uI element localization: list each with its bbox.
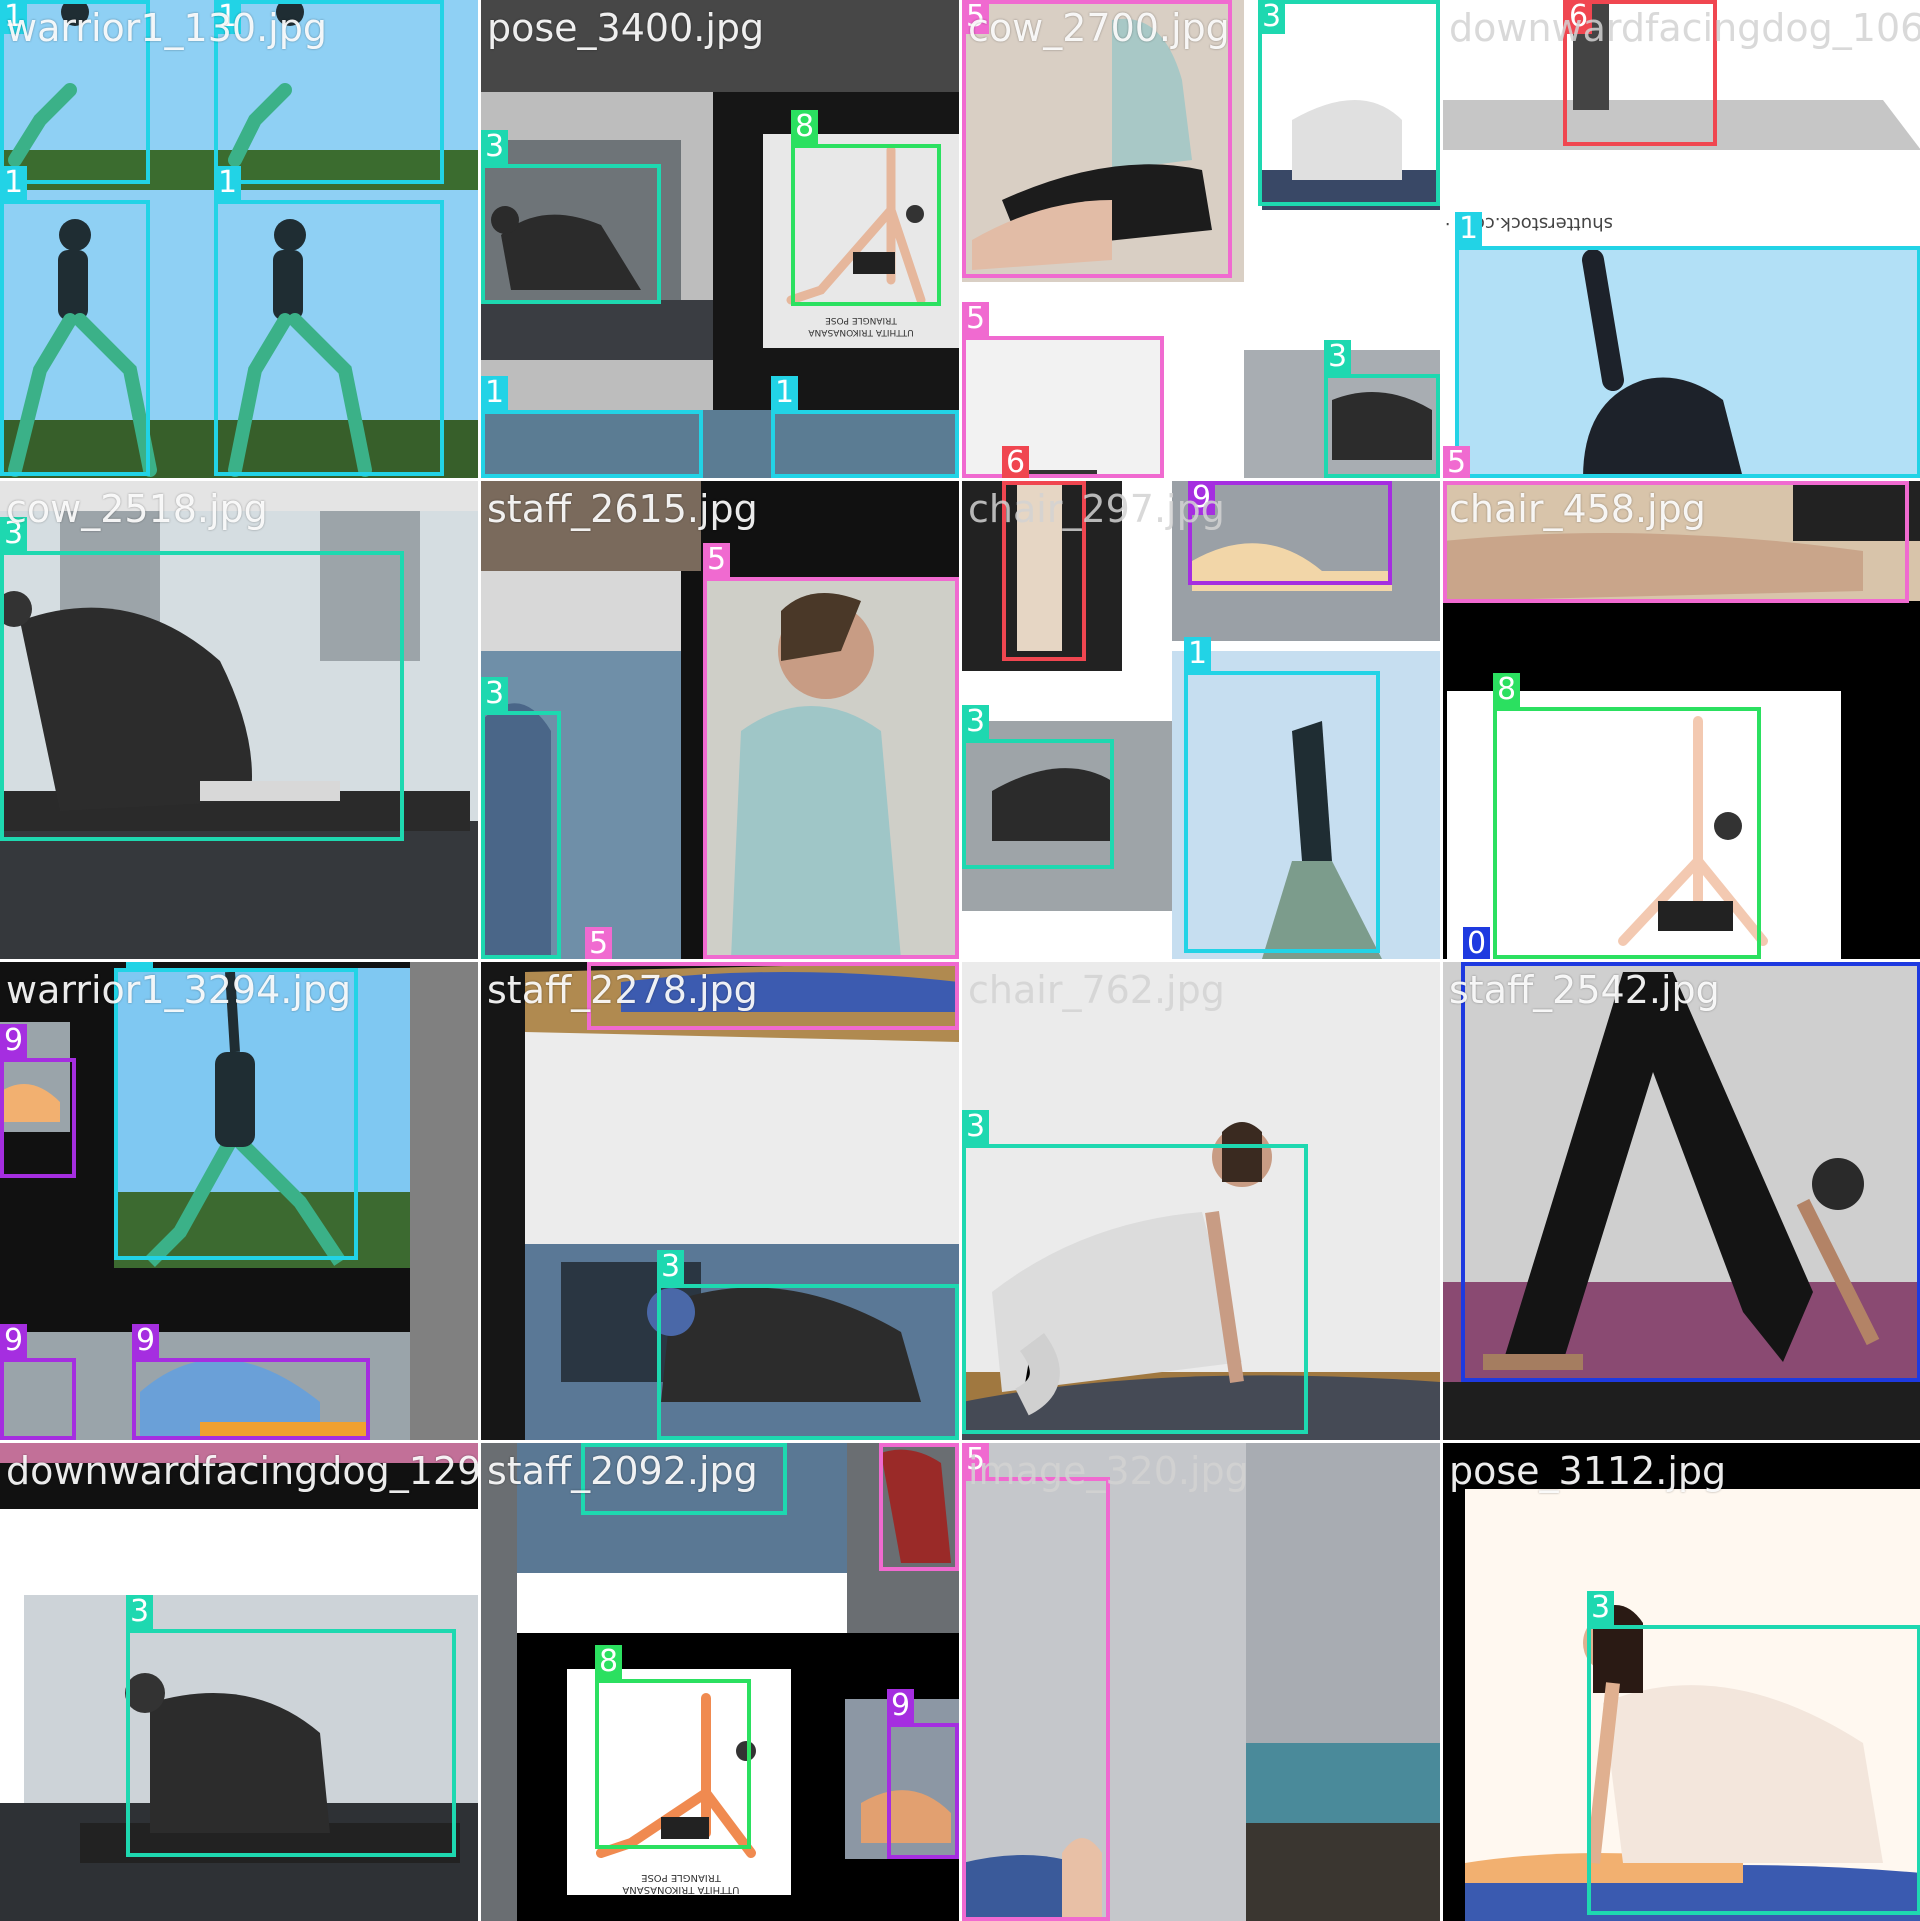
tile-staff-2542: staff_2542.jpg [1443, 962, 1920, 1440]
label-class-8: 8 [791, 110, 819, 144]
bbox-class-5 [962, 336, 1164, 478]
bbox-class-8 [791, 144, 941, 306]
label-class-0: 0 [1463, 927, 1491, 959]
tile-cow-2518: 3 cow_2518.jpg [0, 481, 478, 959]
image-filename: cow_2700.jpg [968, 6, 1230, 50]
bbox-class-3 [481, 711, 561, 959]
label-class-9: 9 [132, 1324, 160, 1358]
bbox-class-8 [1493, 707, 1761, 959]
label-class-5: 5 [703, 543, 731, 577]
label-class-3: 3 [126, 1595, 154, 1629]
bbox-class-3 [962, 739, 1114, 869]
label-class-9: 9 [887, 1689, 915, 1723]
label-class-3: 3 [1324, 340, 1352, 374]
image-filename: warrior1_3294.jpg [6, 968, 352, 1012]
label-class-5: 5 [1443, 446, 1471, 478]
label-class-3: 3 [962, 1110, 990, 1144]
bbox-class-5 [703, 577, 959, 959]
bbox-class-1 [1455, 246, 1920, 478]
label-class-1: 1 [1455, 212, 1483, 246]
label-class-9: 9 [0, 1024, 28, 1058]
label-class-1: 1 [771, 376, 799, 410]
tile-staff-2278: 3 staff_2278.jpg [481, 962, 959, 1440]
tile-downwardfacingdog-1067: shutterstock.com · 2083311445 6 1 5 down… [1443, 0, 1920, 478]
svg-text:TRIANGLE POSE: TRIANGLE POSE [825, 315, 898, 325]
label-class-1: 1 [0, 166, 28, 200]
label-class-3: 3 [1587, 1591, 1615, 1625]
image-filename: staff_2615.jpg [487, 487, 758, 531]
image-filename: chair_297.jpg [968, 487, 1225, 531]
bbox-class-1 [771, 410, 959, 478]
label-class-6: 6 [1002, 446, 1030, 478]
image-filename: pose_3400.jpg [487, 6, 765, 50]
svg-text:UTTHITA TRIKONASANA: UTTHITA TRIKONASANA [807, 327, 913, 337]
image-filename: staff_2278.jpg [487, 968, 758, 1012]
tile-downwardfacingdog-1292: 3 downwardfacingdog_1292.jpg [0, 1443, 478, 1921]
tile-image-320: 5 image_320.jpg [962, 1443, 1440, 1921]
image-filename: cow_2518.jpg [6, 487, 268, 531]
label-class-8: 8 [1493, 673, 1521, 707]
bbox-class-9 [0, 1358, 76, 1440]
bbox-class-8 [595, 1679, 751, 1849]
bbox-class-3 [0, 551, 404, 841]
label-class-1: 1 [481, 376, 509, 410]
image-filename: pose_3112.jpg [1449, 1449, 1727, 1493]
tile-chair-458: 8 0 chair_458.jpg [1443, 481, 1920, 959]
bbox-class-9 [0, 1058, 76, 1178]
label-class-3: 3 [481, 130, 509, 164]
label-class-8: 8 [595, 1645, 623, 1679]
tile-chair-762: 3 chair_762.jpg [962, 962, 1440, 1440]
label-class-3: 3 [1258, 0, 1286, 34]
tile-pose-3112: 3 pose_3112.jpg [1443, 1443, 1920, 1921]
image-filename: staff_2542.jpg [1449, 968, 1720, 1012]
bbox-class-3 [657, 1284, 959, 1440]
image-filename: warrior1_130.jpg [6, 6, 327, 50]
tile-pose-3400: TRIANGLE POSE UTTHITA TRIKONASANA 3 8 1 … [481, 0, 959, 478]
bbox-class-3 [481, 164, 661, 304]
tile-staff-2615: 5 3 5 staff_2615.jpg [481, 481, 959, 959]
bbox-class-3 [1324, 374, 1440, 478]
image-filename: staff_2092.jpg [487, 1449, 758, 1493]
bbox-class-3 [126, 1629, 456, 1857]
tile-warrior1: 1 1 1 1 warrior1_130.jpg [0, 0, 478, 478]
label-class-5: 5 [962, 302, 990, 336]
label-class-5: 5 [585, 927, 613, 959]
label-class-1: 1 [214, 166, 242, 200]
svg-text:TRIANGLE POSE: TRIANGLE POSE [641, 1872, 722, 1883]
bbox-class-3 [1258, 0, 1440, 206]
tile-cow-2700: 5 3 5 6 3 cow_2700.jpg [962, 0, 1440, 478]
image-filename: chair_458.jpg [1449, 487, 1706, 531]
tile-chair-297: 9 3 1 chair_297.jpg [962, 481, 1440, 959]
image-filename: downwardfacingdog_1292.jpg [6, 1449, 478, 1493]
image-filename: chair_762.jpg [968, 968, 1225, 1012]
bbox-class-1 [214, 200, 444, 476]
bbox-class-0 [1461, 962, 1920, 1382]
bbox-class-5 [962, 1477, 1110, 1921]
bbox-class-1 [1184, 671, 1380, 953]
label-class-3: 3 [962, 705, 990, 739]
bbox-class-3 [1587, 1625, 1920, 1915]
label-class-3: 3 [657, 1250, 685, 1284]
image-filename: image_320.jpg [968, 1449, 1249, 1493]
label-class-1: 1 [1184, 637, 1212, 671]
image-filename: downwardfacingdog_1067.jpg [1449, 6, 1920, 50]
label-class-9: 9 [0, 1324, 28, 1358]
bbox-class-3 [962, 1144, 1308, 1434]
svg-text:UTTHITA TRIKONASANA: UTTHITA TRIKONASANA [622, 1884, 739, 1895]
bbox-class-5 [879, 1443, 959, 1571]
bbox-class-9 [132, 1358, 370, 1440]
tile-warrior1-3294: 1 9 9 9 warrior1_3294.jpg [0, 962, 478, 1440]
tile-staff-2092: TRIANGLE POSE UTTHITA TRIKONASANA 3 5 8 … [481, 1443, 959, 1921]
bbox-class-9 [887, 1723, 959, 1859]
mosaic-grid: 1 1 1 1 warrior1_130.jpg TRIANGLE POSE U… [0, 0, 1920, 1921]
label-class-3: 3 [481, 677, 509, 711]
bbox-class-1 [481, 410, 703, 478]
bbox-class-1 [0, 200, 150, 476]
